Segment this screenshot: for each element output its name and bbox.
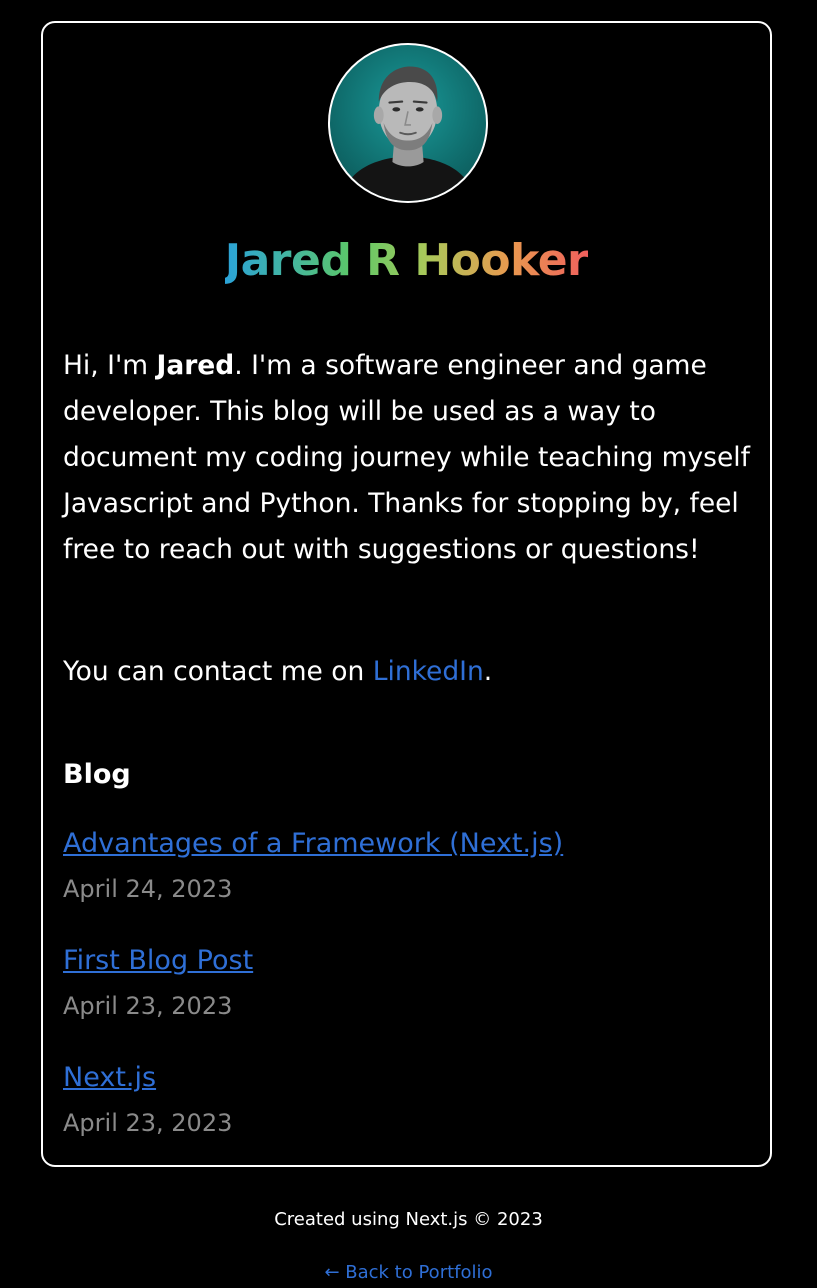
bio-intro-rest: . I'm a software engineer and game devel… xyxy=(63,350,750,565)
blog-post-link[interactable]: Next.js xyxy=(63,1058,753,1098)
author-name: Jared R Hooker xyxy=(224,235,589,286)
linkedin-link[interactable]: LinkedIn xyxy=(373,656,484,687)
profile-card: Jared R Hooker Hi, I'm Jared. I'm a soft… xyxy=(41,21,772,1167)
back-nav: ← Back to Portfolio xyxy=(0,1258,817,1288)
page-title: Jared R Hooker xyxy=(43,235,770,287)
contact-paragraph: You can contact me on LinkedIn. xyxy=(63,649,753,695)
blog-post-link[interactable]: Advantages of a Framework (Next.js) xyxy=(63,824,753,864)
blog-post-date: April 24, 2023 xyxy=(63,875,233,903)
blog-heading: Blog xyxy=(63,759,131,790)
bio-paragraph: Hi, I'm Jared. I'm a software engineer a… xyxy=(63,343,753,573)
bio-intro-prefix: Hi, I'm xyxy=(63,350,157,381)
bio-intro-name: Jared xyxy=(156,350,235,381)
avatar-portrait-icon xyxy=(339,66,477,201)
footer-text: Created using Next.js © 2023 xyxy=(274,1209,543,1230)
list-item: Advantages of a Framework (Next.js) Apri… xyxy=(63,824,753,907)
back-to-portfolio-link[interactable]: ← Back to Portfolio xyxy=(324,1262,492,1283)
contact-prefix: You can contact me on xyxy=(63,656,373,687)
blog-post-date: April 23, 2023 xyxy=(63,1109,233,1137)
blog-post-link[interactable]: First Blog Post xyxy=(63,941,753,981)
list-item: Next.js April 23, 2023 xyxy=(63,1058,753,1141)
list-item: First Blog Post April 23, 2023 xyxy=(63,941,753,1024)
blog-post-date: April 23, 2023 xyxy=(63,992,233,1020)
avatar xyxy=(328,43,488,203)
contact-suffix: . xyxy=(483,656,493,687)
